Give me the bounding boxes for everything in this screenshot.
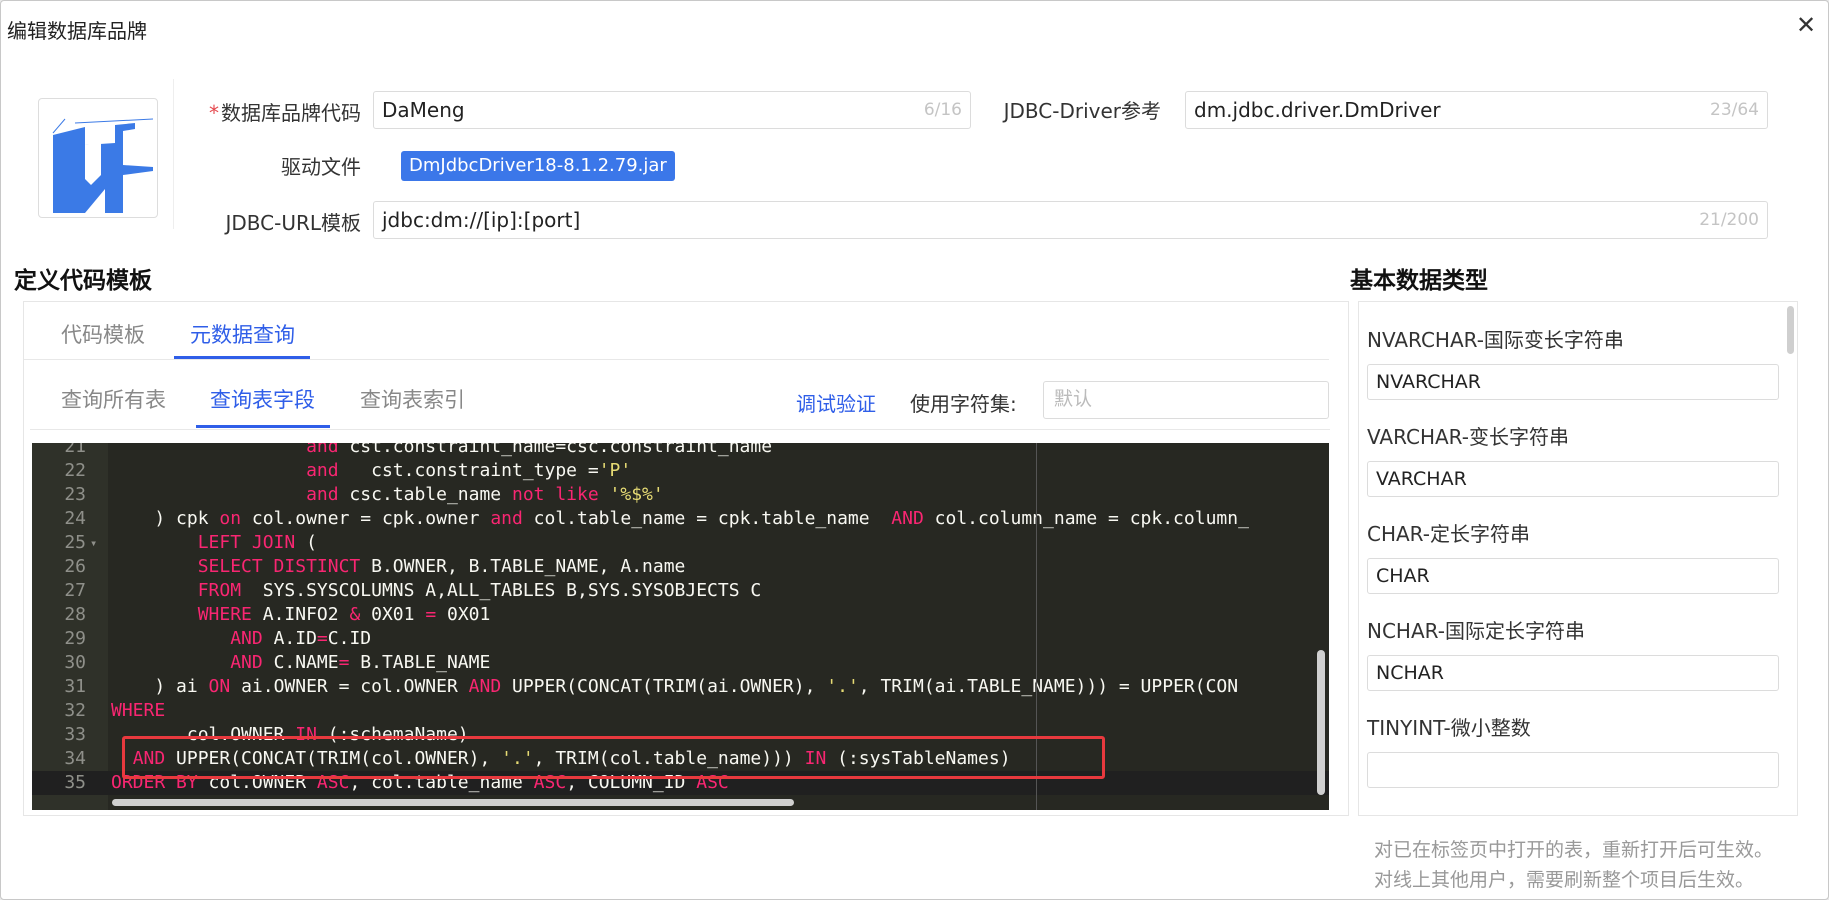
code-line: 29 AND A.ID=C.ID	[32, 627, 1329, 651]
line-number: 28	[64, 604, 86, 625]
code-text: and csc.table_name not like '%$%'	[306, 484, 664, 505]
code-text: AND C.NAME= B.TABLE_NAME	[230, 652, 491, 673]
charset-input[interactable]	[1043, 381, 1329, 419]
code-line: 22 and cst.constraint_type ='P'	[32, 459, 1329, 483]
code-text: ) ai ON ai.OWNER = col.OWNER AND UPPER(C…	[111, 676, 1239, 697]
main-tab-indicator	[174, 356, 310, 359]
code-line: 23 and csc.table_name not like '%$%'	[32, 483, 1329, 507]
jdbc-url-counter: 21/200	[1699, 210, 1759, 230]
brand-code-input[interactable]: DaMeng 6/16	[373, 91, 971, 129]
note-line-1: 对已在标签页中打开的表，重新打开后可生效。	[1374, 839, 1774, 861]
type-input[interactable]: CHAR	[1367, 558, 1779, 594]
logo-separator	[173, 79, 174, 229]
sql-code-editor[interactable]: 21 and cst.constraint_name=csc.constrain…	[32, 443, 1329, 810]
tab-code-template[interactable]: 代码模板	[61, 319, 145, 349]
code-line: 27 FROM SYS.SYSCOLUMNS A,ALL_TABLES B,SY…	[32, 579, 1329, 603]
sub-tabs: 查询所有表 查询表字段 查询表索引 调试验证 使用字符集:	[30, 372, 1330, 430]
highlight-annotation-box	[122, 736, 1105, 779]
code-template-panel: 代码模板 元数据查询 查询所有表 查询表字段 查询表索引 调试验证 使用字符集:…	[23, 301, 1349, 816]
code-line: 28 WHERE A.INFO2 & 0X01 = 0X01	[32, 603, 1329, 627]
code-line: 21 and cst.constraint_name=csc.constrain…	[32, 443, 1329, 459]
jdbc-url-label: JDBC-URL模板	[225, 211, 361, 235]
jdbc-url-input[interactable]: jdbc:dm://[ip]:[port] 21/200	[373, 201, 1768, 239]
brand-code-label: * 数据库品牌代码	[209, 101, 361, 125]
tab-query-table-indexes[interactable]: 查询表索引	[360, 384, 465, 414]
line-number: 23	[64, 484, 86, 505]
line-number: 30	[64, 652, 86, 673]
basic-types-panel: NVARCHAR-国际变长字符串 NVARCHAR VARCHAR-变长字符串 VAR…	[1358, 301, 1798, 816]
type-label: CHAR-定长字符串	[1367, 522, 1530, 546]
basic-types-section-title: 基本数据类型	[1350, 268, 1488, 294]
code-line: 31 ) ai ON ai.OWNER = col.OWNER AND UPPE…	[32, 675, 1329, 699]
code-text: AND A.ID=C.ID	[230, 628, 372, 649]
tab-query-all-tables[interactable]: 查询所有表	[61, 384, 166, 414]
required-mark: *	[209, 101, 219, 125]
line-number: 26	[64, 556, 86, 577]
dameng-logo-icon	[45, 105, 153, 213]
line-number: 22	[64, 460, 86, 481]
line-number: 34	[64, 748, 86, 769]
line-number: 32	[64, 700, 86, 721]
editor-vertical-scrollbar[interactable]	[1317, 650, 1325, 795]
line-number: 33	[64, 724, 86, 745]
type-label: NVARCHAR-国际变长字符串	[1367, 328, 1624, 352]
type-input[interactable]	[1367, 752, 1779, 788]
line-number: 31	[64, 676, 86, 697]
code-text: and cst.constraint_type ='P'	[306, 460, 632, 481]
dialog-titlebar: 编辑数据库品牌 ✕	[1, 1, 1828, 51]
line-number: 21	[64, 443, 86, 457]
code-line: 25 ▾ LEFT JOIN (	[32, 531, 1329, 555]
code-text: WHERE	[111, 700, 166, 721]
tab-metadata-query[interactable]: 元数据查询	[190, 319, 295, 349]
type-input[interactable]: NVARCHAR	[1367, 364, 1779, 400]
code-line: 32 WHERE	[32, 699, 1329, 723]
line-number: 29	[64, 628, 86, 649]
line-number: 24	[64, 508, 86, 529]
type-label: VARCHAR-变长字符串	[1367, 425, 1569, 449]
jdbc-driver-label: JDBC-Driver参考	[1003, 99, 1161, 123]
code-text: and cst.constraint_name=csc.constraint_n…	[306, 443, 773, 457]
charset-label: 使用字符集:	[910, 392, 1017, 416]
type-label: TINYINT-微小整数	[1367, 716, 1531, 740]
code-line: 30 AND C.NAME= B.TABLE_NAME	[32, 651, 1329, 675]
code-line: 24 ) cpk on col.owner = cpk.owner and co…	[32, 507, 1329, 531]
edit-db-brand-dialog: 编辑数据库品牌 ✕ * 数据库品牌代码 DaMeng 6/16 JDBC-Driv…	[0, 0, 1829, 900]
dialog-title: 编辑数据库品牌	[7, 19, 147, 43]
jdbc-url-value: jdbc:dm://[ip]:[port]	[382, 208, 581, 232]
code-text: ) cpk on col.owner = cpk.owner and col.t…	[111, 508, 1249, 529]
line-number: 35	[64, 772, 86, 793]
driver-file-tag[interactable]: DmJdbcDriver18-8.1.2.79.jar	[401, 151, 675, 181]
main-tabs: 代码模板 元数据查询	[24, 302, 1329, 360]
line-number: 27	[64, 580, 86, 601]
brand-code-counter: 6/16	[923, 100, 962, 120]
brand-logo[interactable]	[38, 98, 158, 218]
type-label: NCHAR-国际定长字符串	[1367, 619, 1585, 643]
type-input[interactable]: NCHAR	[1367, 655, 1779, 691]
note-line-2: 对线上其他用户，需要刷新整个项目后生效。	[1374, 869, 1755, 891]
code-text: WHERE A.INFO2 & 0X01 = 0X01	[197, 604, 491, 625]
code-text: SELECT DISTINCT B.OWNER, B.TABLE_NAME, A…	[197, 556, 686, 577]
jdbc-driver-counter: 23/64	[1710, 100, 1759, 120]
debug-verify-link[interactable]: 调试验证	[796, 388, 876, 417]
code-text: FROM SYS.SYSCOLUMNS A,ALL_TABLES B,SYS.S…	[197, 580, 762, 601]
basic-types-scrollbar[interactable]	[1787, 306, 1794, 354]
fold-arrow-icon[interactable]: ▾	[90, 531, 97, 555]
editor-horizontal-scrollbar[interactable]	[112, 799, 794, 806]
code-text: LEFT JOIN (	[197, 532, 317, 553]
jdbc-driver-input[interactable]: dm.jdbc.driver.DmDriver 23/64	[1185, 91, 1768, 129]
close-icon[interactable]: ✕	[1794, 13, 1818, 37]
line-number: 25	[64, 532, 86, 553]
driver-file-label: 驱动文件	[281, 155, 361, 179]
type-input[interactable]: VARCHAR	[1367, 461, 1779, 497]
tab-query-table-columns[interactable]: 查询表字段	[210, 384, 315, 414]
brand-code-value: DaMeng	[382, 98, 465, 122]
code-template-section-title: 定义代码模板	[14, 268, 152, 294]
jdbc-driver-value: dm.jdbc.driver.DmDriver	[1194, 98, 1441, 122]
sub-tab-indicator	[196, 425, 330, 428]
code-line: 26 SELECT DISTINCT B.OWNER, B.TABLE_NAME…	[32, 555, 1329, 579]
